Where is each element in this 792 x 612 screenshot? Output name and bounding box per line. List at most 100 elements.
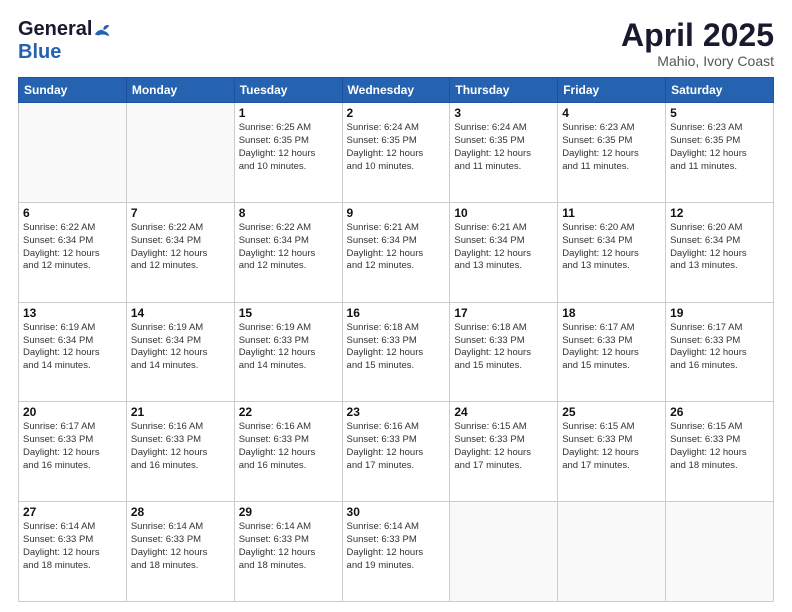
day-number: 3 <box>454 106 553 120</box>
calendar-cell: 9 Sunrise: 6:21 AM Sunset: 6:34 PM Daylig… <box>342 202 450 302</box>
day-info: Sunrise: 6:19 AM Sunset: 6:34 PM Dayligh… <box>23 322 122 373</box>
day-number: 10 <box>454 206 553 220</box>
calendar-cell: 11 Sunrise: 6:20 AM Sunset: 6:34 PM Dayli… <box>558 202 666 302</box>
calendar-cell: 16Sunrise: 6:18 AM Sunset: 6:33 PM Dayli… <box>342 302 450 402</box>
day-number: 28 <box>131 505 230 519</box>
day-info: Sunrise: 6:15 AM Sunset: 6:33 PM Dayligh… <box>670 421 769 472</box>
col-tuesday: Tuesday <box>234 78 342 103</box>
location-subtitle: Mahio, Ivory Coast <box>621 53 774 69</box>
calendar-table: Sunday Monday Tuesday Wednesday Thursday… <box>18 77 774 602</box>
day-info: Sunrise: 6:22 AM Sunset: 6:34 PM Dayligh… <box>23 222 122 273</box>
day-number: 15 <box>239 306 338 320</box>
calendar-cell: 7 Sunrise: 6:22 AM Sunset: 6:34 PM Daylig… <box>126 202 234 302</box>
calendar-cell: 22 Sunrise: 6:16 AM Sunset: 6:33 PM Dayli… <box>234 402 342 502</box>
day-number: 5 <box>670 106 769 120</box>
day-info: Sunrise: 6:18 AM Sunset: 6:33 PM Dayligh… <box>454 322 553 373</box>
col-wednesday: Wednesday <box>342 78 450 103</box>
day-number: 24 <box>454 405 553 419</box>
day-number: 1 <box>239 106 338 120</box>
day-info: Sunrise: 6:14 AM Sunset: 6:33 PM Dayligh… <box>347 521 446 572</box>
calendar-cell: 25 Sunrise: 6:15 AM Sunset: 6:33 PM Dayli… <box>558 402 666 502</box>
day-info: Sunrise: 6:14 AM Sunset: 6:33 PM Dayligh… <box>23 521 122 572</box>
day-info: Sunrise: 6:14 AM Sunset: 6:33 PM Dayligh… <box>131 521 230 572</box>
calendar-cell: 3 Sunrise: 6:24 AM Sunset: 6:35 PM Daylig… <box>450 103 558 203</box>
calendar-week-row: 6 Sunrise: 6:22 AM Sunset: 6:34 PM Daylig… <box>19 202 774 302</box>
day-info: Sunrise: 6:15 AM Sunset: 6:33 PM Dayligh… <box>562 421 661 472</box>
col-friday: Friday <box>558 78 666 103</box>
day-info: Sunrise: 6:17 AM Sunset: 6:33 PM Dayligh… <box>23 421 122 472</box>
day-number: 26 <box>670 405 769 419</box>
day-info: Sunrise: 6:22 AM Sunset: 6:34 PM Dayligh… <box>239 222 338 273</box>
calendar-cell: 26 Sunrise: 6:15 AM Sunset: 6:33 PM Dayli… <box>666 402 774 502</box>
day-number: 22 <box>239 405 338 419</box>
day-info: Sunrise: 6:22 AM Sunset: 6:34 PM Dayligh… <box>131 222 230 273</box>
day-info: Sunrise: 6:16 AM Sunset: 6:33 PM Dayligh… <box>131 421 230 472</box>
day-number: 13 <box>23 306 122 320</box>
day-number: 25 <box>562 405 661 419</box>
day-info: Sunrise: 6:21 AM Sunset: 6:34 PM Dayligh… <box>347 222 446 273</box>
day-info: Sunrise: 6:23 AM Sunset: 6:35 PM Dayligh… <box>562 122 661 173</box>
day-number: 14 <box>131 306 230 320</box>
logo-bird-icon <box>93 21 113 39</box>
day-info: Sunrise: 6:20 AM Sunset: 6:34 PM Dayligh… <box>562 222 661 273</box>
calendar-cell <box>126 103 234 203</box>
calendar-cell: 10 Sunrise: 6:21 AM Sunset: 6:34 PM Dayli… <box>450 202 558 302</box>
calendar-week-row: 27 Sunrise: 6:14 AM Sunset: 6:33 PM Dayli… <box>19 502 774 602</box>
day-info: Sunrise: 6:16 AM Sunset: 6:33 PM Dayligh… <box>347 421 446 472</box>
day-number: 2 <box>347 106 446 120</box>
day-number: 12 <box>670 206 769 220</box>
day-number: 8 <box>239 206 338 220</box>
day-number: 6 <box>23 206 122 220</box>
day-number: 7 <box>131 206 230 220</box>
day-number: 9 <box>347 206 446 220</box>
calendar-cell: 23 Sunrise: 6:16 AM Sunset: 6:33 PM Dayli… <box>342 402 450 502</box>
day-number: 23 <box>347 405 446 419</box>
day-info: Sunrise: 6:14 AM Sunset: 6:33 PM Dayligh… <box>239 521 338 572</box>
calendar-cell <box>19 103 127 203</box>
col-saturday: Saturday <box>666 78 774 103</box>
day-number: 21 <box>131 405 230 419</box>
day-number: 4 <box>562 106 661 120</box>
calendar-cell: 29 Sunrise: 6:14 AM Sunset: 6:33 PM Dayli… <box>234 502 342 602</box>
calendar-cell <box>558 502 666 602</box>
day-info: Sunrise: 6:24 AM Sunset: 6:35 PM Dayligh… <box>347 122 446 173</box>
day-info: Sunrise: 6:25 AM Sunset: 6:35 PM Dayligh… <box>239 122 338 173</box>
month-title: April 2025 <box>621 18 774 53</box>
day-info: Sunrise: 6:24 AM Sunset: 6:35 PM Dayligh… <box>454 122 553 173</box>
day-number: 17 <box>454 306 553 320</box>
calendar-cell: 8 Sunrise: 6:22 AM Sunset: 6:34 PM Daylig… <box>234 202 342 302</box>
calendar-cell: 21 Sunrise: 6:16 AM Sunset: 6:33 PM Dayli… <box>126 402 234 502</box>
calendar-cell: 20 Sunrise: 6:17 AM Sunset: 6:33 PM Dayli… <box>19 402 127 502</box>
day-number: 30 <box>347 505 446 519</box>
day-number: 20 <box>23 405 122 419</box>
day-info: Sunrise: 6:17 AM Sunset: 6:33 PM Dayligh… <box>670 322 769 373</box>
calendar-cell: 4 Sunrise: 6:23 AM Sunset: 6:35 PM Daylig… <box>558 103 666 203</box>
calendar-header-row: Sunday Monday Tuesday Wednesday Thursday… <box>19 78 774 103</box>
calendar-cell: 13 Sunrise: 6:19 AM Sunset: 6:34 PM Dayli… <box>19 302 127 402</box>
day-number: 11 <box>562 206 661 220</box>
title-block: April 2025 Mahio, Ivory Coast <box>621 18 774 69</box>
day-info: Sunrise: 6:23 AM Sunset: 6:35 PM Dayligh… <box>670 122 769 173</box>
calendar-cell: 28 Sunrise: 6:14 AM Sunset: 6:33 PM Dayli… <box>126 502 234 602</box>
day-number: 19 <box>670 306 769 320</box>
calendar-cell <box>450 502 558 602</box>
page: General Blue April 2025 Mahio, Ivory Coa… <box>0 0 792 612</box>
calendar-cell: 30 Sunrise: 6:14 AM Sunset: 6:33 PM Dayli… <box>342 502 450 602</box>
calendar-cell: 1 Sunrise: 6:25 AM Sunset: 6:35 PM Daylig… <box>234 103 342 203</box>
day-info: Sunrise: 6:19 AM Sunset: 6:34 PM Dayligh… <box>131 322 230 373</box>
calendar-week-row: 20 Sunrise: 6:17 AM Sunset: 6:33 PM Dayli… <box>19 402 774 502</box>
calendar-cell: 24 Sunrise: 6:15 AM Sunset: 6:33 PM Dayli… <box>450 402 558 502</box>
calendar-cell <box>666 502 774 602</box>
calendar-cell: 6 Sunrise: 6:22 AM Sunset: 6:34 PM Daylig… <box>19 202 127 302</box>
day-info: Sunrise: 6:20 AM Sunset: 6:34 PM Dayligh… <box>670 222 769 273</box>
day-info: Sunrise: 6:15 AM Sunset: 6:33 PM Dayligh… <box>454 421 553 472</box>
day-number: 27 <box>23 505 122 519</box>
calendar-cell: 2 Sunrise: 6:24 AM Sunset: 6:35 PM Daylig… <box>342 103 450 203</box>
col-monday: Monday <box>126 78 234 103</box>
day-info: Sunrise: 6:16 AM Sunset: 6:33 PM Dayligh… <box>239 421 338 472</box>
day-info: Sunrise: 6:17 AM Sunset: 6:33 PM Dayligh… <box>562 322 661 373</box>
col-thursday: Thursday <box>450 78 558 103</box>
day-info: Sunrise: 6:21 AM Sunset: 6:34 PM Dayligh… <box>454 222 553 273</box>
day-number: 29 <box>239 505 338 519</box>
logo: General Blue <box>18 18 113 64</box>
